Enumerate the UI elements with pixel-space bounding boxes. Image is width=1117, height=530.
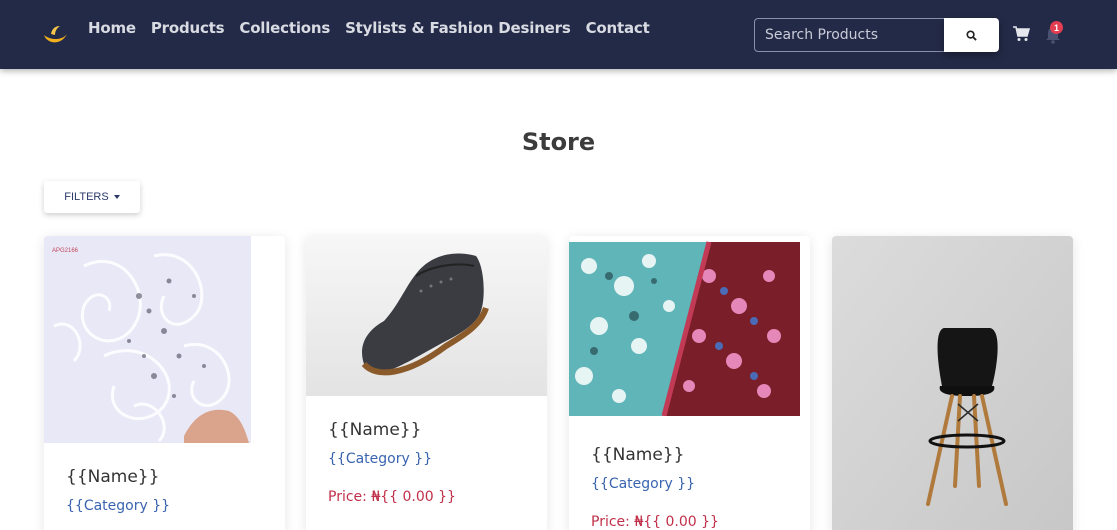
search-icon <box>966 29 977 41</box>
product-category[interactable]: {{Category }} <box>328 451 432 467</box>
price-value: {{ 0.00 }} <box>380 489 456 505</box>
caret-down-icon <box>113 195 120 199</box>
filters-dropdown-button[interactable]: FILTERS <box>44 181 140 213</box>
svg-text:APG2166: APG2166 <box>52 248 79 254</box>
product-card[interactable]: {{Name}} {{Category }} Price: ₦{{ 0.00 }… <box>306 236 547 530</box>
search-input[interactable] <box>754 18 944 52</box>
product-card[interactable]: {{Name}} {{Category }} Price: ₦{{ 0.00 }… <box>569 236 810 530</box>
product-name[interactable]: {{Name}} <box>328 420 421 440</box>
product-image-shoe[interactable] <box>306 236 547 396</box>
product-card[interactable] <box>832 236 1073 530</box>
currency-symbol: ₦ <box>634 514 644 530</box>
nav-collections-link[interactable]: Collections <box>239 19 330 37</box>
nav-home-link[interactable]: Home <box>88 19 136 37</box>
price-label: Price: <box>591 514 635 530</box>
search-bar <box>754 18 999 52</box>
product-category[interactable]: {{Category }} <box>66 498 170 514</box>
product-name[interactable]: {{Name}} <box>591 445 684 465</box>
product-image-lace[interactable]: APG2166 <box>44 236 251 443</box>
nav-contact-link[interactable]: Contact <box>586 19 650 37</box>
price-label: Price: <box>328 489 372 505</box>
nav-stylists-link[interactable]: Stylists & Fashion Desiners <box>345 19 571 37</box>
navbar: Home Products Collections Stylists & Fas… <box>0 0 1117 69</box>
logo-icon[interactable] <box>41 22 69 46</box>
product-category[interactable]: {{Category }} <box>591 476 695 492</box>
cart-icon[interactable] <box>1013 26 1030 42</box>
filters-label: FILTERS <box>64 191 109 203</box>
search-button[interactable] <box>944 18 999 52</box>
page-title: Store <box>521 128 596 156</box>
nav-links: Home Products Collections Stylists & Fas… <box>88 19 650 37</box>
currency-symbol: ₦ <box>371 489 381 505</box>
product-card[interactable]: APG2166 {{Name}} {{Category }} <box>44 236 285 530</box>
nav-products-link[interactable]: Products <box>151 19 225 37</box>
product-image-fabric[interactable] <box>569 236 800 416</box>
product-name[interactable]: {{Name}} <box>66 467 159 487</box>
price-value: {{ 0.00 }} <box>643 514 719 530</box>
product-price: Price: ₦{{ 0.00 }} <box>328 489 456 505</box>
product-price: Price: ₦{{ 0.00 }} <box>591 514 719 530</box>
product-image-chair[interactable] <box>832 236 1073 530</box>
notification-badge: 1 <box>1050 21 1063 34</box>
